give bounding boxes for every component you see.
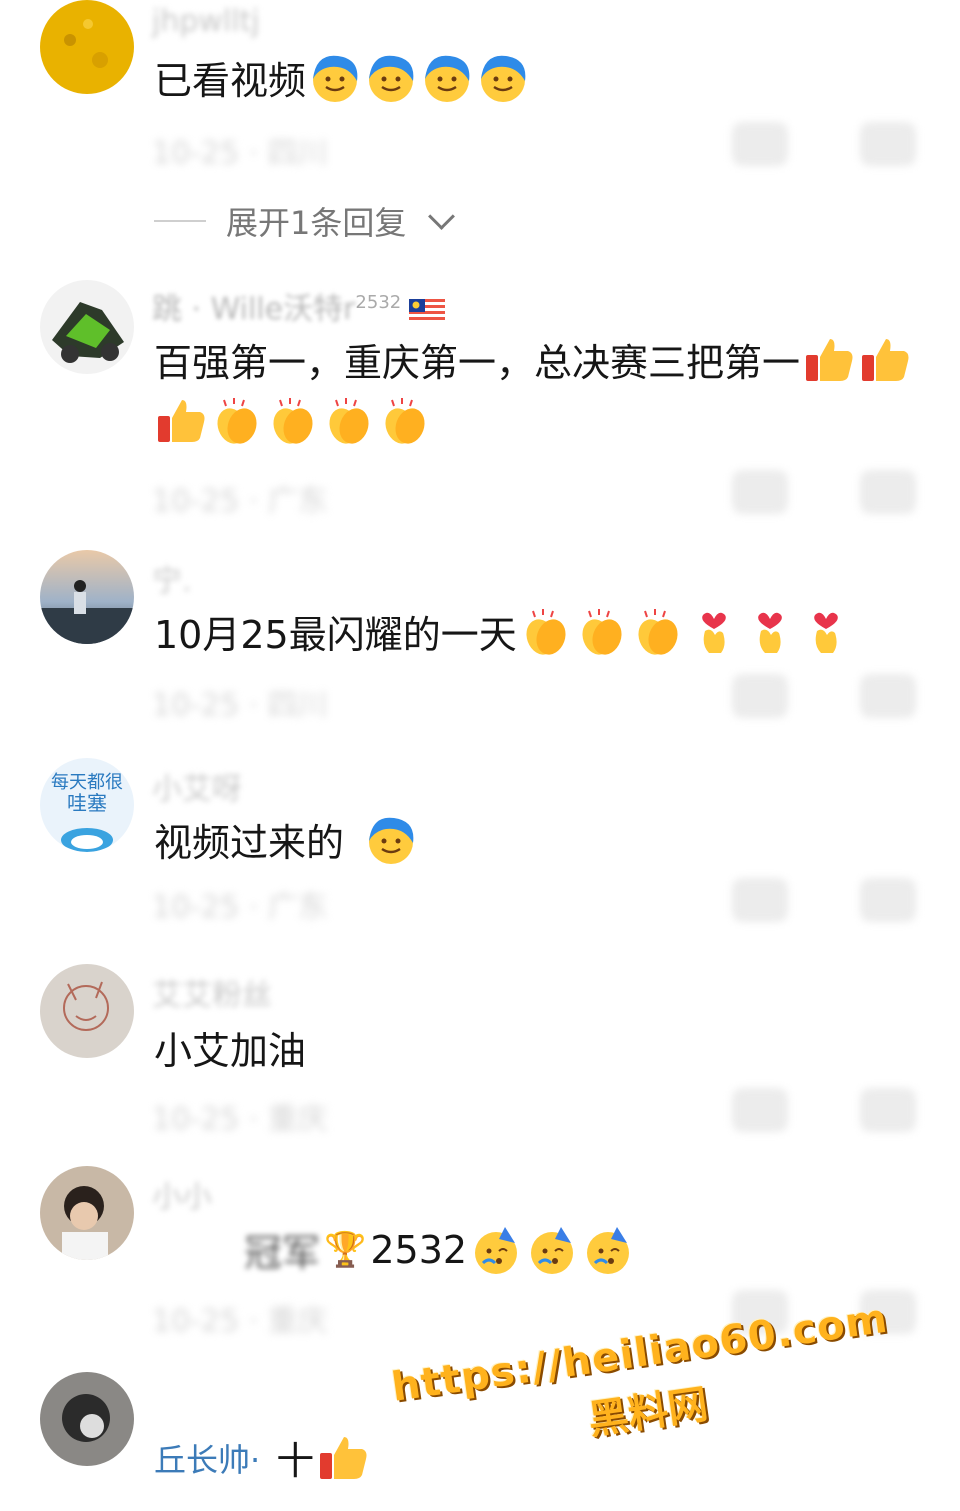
comment-actions bbox=[732, 122, 916, 166]
avatar[interactable] bbox=[40, 0, 134, 94]
comment-text: 10月25最闪耀的一天 bbox=[154, 604, 853, 659]
comment-text-content: 小艾加油 bbox=[154, 1029, 307, 1073]
avatar[interactable] bbox=[40, 1166, 134, 1260]
comment-actions bbox=[732, 674, 916, 718]
username-inline[interactable]: 丘长帅· bbox=[154, 1435, 260, 1481]
comment-meta: 10-25 · 广东 bbox=[152, 484, 328, 519]
dislike-button[interactable] bbox=[860, 674, 916, 718]
user-badge: 2532 bbox=[355, 292, 402, 313]
username[interactable]: 小艾呀 bbox=[152, 764, 242, 808]
shy-emoji-icon bbox=[425, 55, 470, 102]
comment-text-prefix: 冠军 bbox=[244, 1231, 321, 1275]
comment-actions bbox=[732, 878, 916, 922]
comment-text: 丘长帅· 十 bbox=[154, 1430, 370, 1485]
finger-heart-icon bbox=[813, 612, 838, 653]
comment-text-content: 2532 bbox=[370, 1227, 468, 1272]
clapping-hands-icon bbox=[273, 398, 313, 444]
chevron-down-icon bbox=[428, 202, 456, 230]
like-button[interactable] bbox=[732, 122, 788, 166]
emoji-list bbox=[306, 51, 530, 105]
watermark: https://heiliao60.com 黑料网 bbox=[389, 1296, 899, 1473]
dislike-button[interactable] bbox=[860, 1088, 916, 1132]
comment-meta: 10-25 · 重庆 bbox=[152, 1304, 328, 1339]
thumbs-up-icon bbox=[862, 338, 909, 381]
finger-heart-icon bbox=[701, 612, 726, 653]
comment-text: 百强第一，重庆第一，总决赛三把第一 bbox=[154, 332, 912, 387]
comment-meta: 10-25 · 四川 bbox=[152, 688, 328, 723]
shy-emoji-icon bbox=[369, 55, 414, 102]
comment-text-content: 10月25最闪耀的一天 bbox=[154, 613, 517, 657]
comment-text: 小艾加油 bbox=[154, 1020, 306, 1075]
flag-icon bbox=[409, 298, 446, 323]
like-button[interactable] bbox=[732, 674, 788, 718]
party-face-icon bbox=[587, 1226, 630, 1274]
svg-text:哇塞: 哇塞 bbox=[67, 791, 107, 815]
emoji-list bbox=[314, 1431, 370, 1485]
avatar[interactable]: 每天都很 哇塞 bbox=[40, 758, 134, 852]
expand-replies-label: 展开1条回复 bbox=[226, 204, 407, 242]
emoji-list bbox=[467, 1223, 635, 1277]
comment-text: 冠军 🏆 2532 bbox=[244, 1222, 635, 1277]
like-button[interactable] bbox=[732, 1088, 788, 1132]
avatar[interactable] bbox=[40, 964, 134, 1058]
comment-text-content: 百强第一，重庆第一，总决赛三把第一 bbox=[154, 341, 801, 385]
comment-text: 视频过来的 bbox=[154, 812, 418, 867]
svg-text:每天都很: 每天都很 bbox=[51, 772, 123, 793]
comment-actions bbox=[732, 470, 916, 514]
finger-heart-icon bbox=[757, 612, 782, 653]
shy-emoji-icon bbox=[313, 55, 358, 102]
emoji-list bbox=[517, 605, 853, 659]
trophy-icon: 🏆 bbox=[324, 1229, 367, 1270]
username[interactable]: 跳 · Wille沃特r2532 bbox=[152, 284, 446, 328]
username[interactable]: 宁. bbox=[152, 556, 192, 600]
clapping-hands-icon bbox=[329, 398, 369, 444]
like-button[interactable] bbox=[732, 470, 788, 514]
clapping-hands-icon bbox=[582, 608, 622, 655]
dislike-button[interactable] bbox=[860, 878, 916, 922]
emoji-list bbox=[362, 813, 418, 867]
emoji-list bbox=[152, 394, 432, 448]
dislike-button[interactable] bbox=[860, 470, 916, 514]
like-button[interactable] bbox=[732, 878, 788, 922]
thumbs-up-icon bbox=[806, 338, 853, 381]
comment-meta: 10-25 · 四川 bbox=[152, 136, 328, 171]
party-face-icon bbox=[475, 1226, 518, 1274]
party-face-icon bbox=[531, 1226, 574, 1274]
username[interactable]: 艾艾粉丝 bbox=[152, 970, 272, 1014]
comment-meta: 10-25 · 重庆 bbox=[152, 1102, 328, 1137]
clapping-hands-icon bbox=[638, 608, 678, 655]
avatar[interactable] bbox=[40, 1372, 134, 1466]
shy-emoji-icon bbox=[481, 55, 526, 102]
divider bbox=[154, 220, 206, 222]
clapping-hands-icon bbox=[526, 608, 566, 655]
username[interactable]: 小小 bbox=[152, 1172, 212, 1216]
comment-actions bbox=[732, 1088, 916, 1132]
comment-text-line2 bbox=[154, 394, 432, 448]
expand-replies[interactable]: 展开1条回复 bbox=[154, 198, 456, 244]
avatar[interactable] bbox=[40, 280, 134, 374]
dislike-button[interactable] bbox=[860, 122, 916, 166]
emoji-list bbox=[800, 333, 912, 387]
comment-text-content: 已看视频 bbox=[154, 59, 307, 103]
thumbs-up-icon bbox=[158, 400, 205, 442]
comment-text-content: 视频过来的 bbox=[154, 821, 345, 865]
clapping-hands-icon bbox=[385, 398, 425, 444]
comment-text-content: 十 bbox=[276, 1439, 315, 1483]
avatar[interactable] bbox=[40, 550, 134, 644]
comment-text: 已看视频 bbox=[154, 50, 530, 105]
shy-emoji-icon bbox=[369, 817, 414, 864]
clapping-hands-icon bbox=[217, 398, 257, 444]
comment-meta: 10-25 · 广东 bbox=[152, 890, 328, 925]
username[interactable]: jhpwlltj bbox=[152, 4, 260, 39]
thumbs-up-icon bbox=[320, 1436, 367, 1479]
